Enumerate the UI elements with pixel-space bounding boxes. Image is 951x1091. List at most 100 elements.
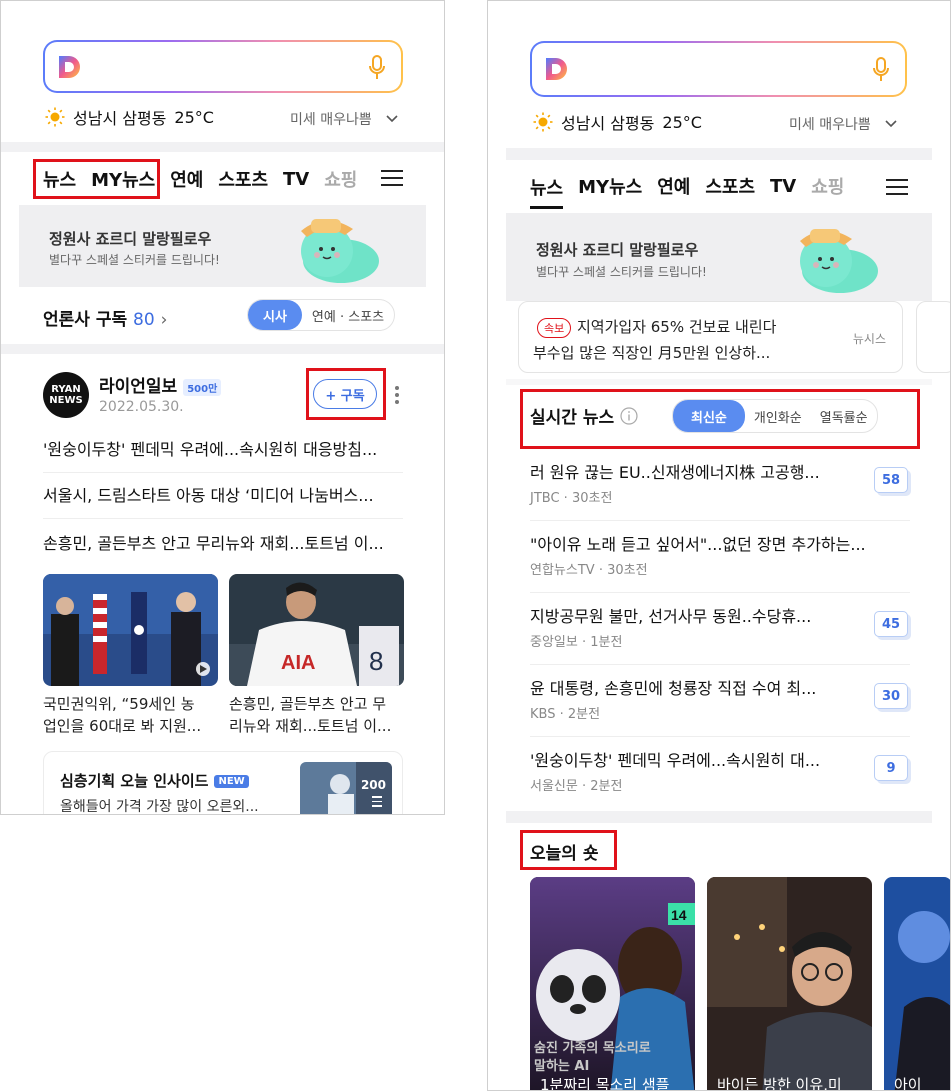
tab-news[interactable]: 뉴스 bbox=[530, 174, 564, 209]
comment-count-badge[interactable]: 58 bbox=[874, 467, 908, 493]
daum-logo-icon bbox=[546, 58, 567, 80]
tab-my-news[interactable]: MY뉴스 bbox=[578, 173, 642, 199]
air-quality-label: 미세 매우나쁨 bbox=[789, 117, 871, 133]
tab-sports[interactable]: 스포츠 bbox=[705, 173, 755, 199]
news-source: JTBC bbox=[530, 491, 560, 506]
tab-sports[interactable]: 스포츠 bbox=[218, 166, 268, 192]
svg-text:8: 8 bbox=[369, 646, 383, 676]
press-conference-image bbox=[43, 574, 218, 686]
news-meta: 서울신문 · 2분전 bbox=[530, 779, 623, 794]
promo-banner[interactable]: 정원사 죠르디 말랑필로우 별다꾸 스페셜 스티커를 드립니다! bbox=[19, 205, 426, 287]
shot-caption: 바이든 방한 이유,미 bbox=[717, 1076, 842, 1091]
promo-banner[interactable]: 정원사 죠르디 말랑필로우 별다꾸 스페셜 스티커를 드립니다! bbox=[506, 213, 932, 301]
weather-info[interactable]: 성남시 삼평동 25°C bbox=[45, 103, 214, 131]
weather-info[interactable]: 성남시 삼평동 25°C bbox=[533, 108, 702, 136]
search-input[interactable] bbox=[532, 43, 905, 95]
press-subscription-count: 80 bbox=[133, 310, 155, 330]
shot-overlay-line2: 말하는 AI bbox=[534, 1059, 590, 1074]
comment-count-badge[interactable]: 9 bbox=[874, 755, 908, 781]
tab-entertainment[interactable]: 연예 bbox=[657, 173, 690, 199]
banner-subtitle: 별다꾸 스페셜 스티커를 드립니다! bbox=[49, 253, 220, 267]
air-quality[interactable]: 미세 매우나쁨 bbox=[290, 109, 398, 129]
section-divider bbox=[506, 379, 932, 385]
sun-icon bbox=[45, 107, 65, 127]
soccer-player-image: AIA 8 bbox=[229, 574, 404, 686]
news-title: 지방공무원 불만, 선거사무 동원..수당휴... bbox=[530, 607, 812, 626]
comment-count-badge[interactable]: 30 bbox=[874, 683, 908, 709]
news-list-item[interactable]: 윤 대통령, 손흥민에 청룡장 직접 수여 최... KBS · 2분전 30 bbox=[530, 665, 910, 737]
section-divider bbox=[1, 142, 444, 152]
jordy-character-icon bbox=[800, 229, 878, 293]
headline-item[interactable]: 손흥민, 골든부츠 안고 무리뉴와 재회...토트넘 이... bbox=[43, 521, 403, 567]
comment-count-badge[interactable]: 45 bbox=[874, 611, 908, 637]
news-source: KBS bbox=[530, 707, 556, 722]
feature-title: 심층기획 오늘 인사이드 NEW bbox=[60, 770, 249, 791]
news-title: 러 원유 끊는 EU..신재생에너지株 고공행... bbox=[530, 463, 820, 482]
highlight-box-shorts bbox=[520, 830, 617, 870]
jordy-character-icon bbox=[301, 219, 379, 283]
menu-icon[interactable] bbox=[886, 179, 908, 197]
news-title: "아이유 노래 듣고 싶어서"...없던 장면 추가하는... bbox=[530, 535, 866, 554]
headline-item[interactable]: 서울시, 드림스타트 아동 대상 ‘미디어 나눔버스... bbox=[43, 473, 403, 519]
shot-tag-text: 14 bbox=[671, 907, 687, 923]
news-photo-soccer[interactable]: AIA 8 bbox=[229, 574, 404, 686]
press-name[interactable]: 라이언일보 500만 bbox=[99, 372, 222, 397]
feature-card[interactable]: 심층기획 오늘 인사이드 NEW 올해들어 가격 가장 많이 오른외... 200 bbox=[43, 751, 403, 814]
tab-entertainment[interactable]: 연예 bbox=[170, 166, 203, 192]
caption-line: 리뉴와 재회...토트넘 이... bbox=[229, 717, 392, 735]
breaking-tag: 속보 bbox=[537, 318, 572, 338]
weather-temperature: 25°C bbox=[174, 107, 214, 127]
ryan-news-logo[interactable]: RYAN NEWS bbox=[43, 372, 89, 418]
headline-item[interactable]: '원숭이두창' 펜데믹 우려에...속시원히 대응방침... bbox=[43, 427, 403, 473]
tab-shopping[interactable]: 쇼핑 bbox=[324, 166, 357, 192]
news-time: 2분전 bbox=[567, 707, 601, 722]
breaking-source: 뉴시스 bbox=[852, 332, 886, 346]
tab-tv[interactable]: TV bbox=[770, 176, 796, 197]
news-list-item[interactable]: "아이유 노래 듣고 싶어서"...없던 장면 추가하는... 연합뉴스TV ·… bbox=[530, 521, 910, 593]
shot-caption: 아이 bbox=[894, 1076, 922, 1091]
tab-shopping[interactable]: 쇼핑 bbox=[811, 173, 844, 199]
interview-thumbnail bbox=[707, 877, 872, 1090]
news-title: '원숭이두창' 펜데믹 우려에...속시원히 대... bbox=[530, 751, 821, 770]
logo-text-line2: NEWS bbox=[49, 395, 83, 406]
microphone-icon[interactable] bbox=[367, 54, 387, 82]
chevron-down-icon bbox=[885, 120, 897, 128]
microphone-icon[interactable] bbox=[871, 56, 891, 84]
press-date: 2022.05.30. bbox=[99, 399, 184, 415]
seg-entertainment-sports[interactable]: 연예 · 스포츠 bbox=[302, 306, 394, 325]
tab-tv[interactable]: TV bbox=[283, 169, 309, 190]
photo-caption[interactable]: 손흥민, 골든부츠 안고 무 리뉴와 재회...토트넘 이... bbox=[229, 693, 404, 737]
shot-caption: 1분짜리 목소리 샘플 bbox=[540, 1076, 670, 1091]
seg-current-affairs[interactable]: 시사 bbox=[248, 300, 302, 330]
chevron-right-icon: › bbox=[160, 310, 168, 330]
section-divider bbox=[506, 811, 932, 823]
news-list-item[interactable]: '원숭이두창' 펜데믹 우려에...속시원히 대... 서울신문 · 2분전 9 bbox=[530, 737, 910, 809]
news-list-item[interactable]: 지방공무원 불만, 선거사무 동원..수당휴... 중앙일보 · 1분전 45 bbox=[530, 593, 910, 665]
short-video-card[interactable]: 14 숨진 가족의 목소리로 말하는 AI 1분짜리 목소리 샘플 bbox=[530, 877, 695, 1091]
air-quality[interactable]: 미세 매우나쁨 bbox=[789, 114, 897, 134]
breaking-news-card[interactable]: 속보 지역가입자 65% 건보료 내린다 부수입 많은 직장인 月5만원 인상하… bbox=[518, 301, 903, 373]
short-video-card[interactable]: 바이든 방한 이유,미 bbox=[707, 877, 872, 1091]
menu-icon[interactable] bbox=[381, 170, 403, 188]
press-name-text: 라이언일보 bbox=[99, 377, 178, 397]
search-input[interactable] bbox=[45, 42, 401, 91]
press-category-toggle: 시사 연예 · 스포츠 bbox=[247, 299, 396, 331]
next-card-peek[interactable] bbox=[916, 301, 950, 373]
air-quality-label: 미세 매우나쁨 bbox=[290, 112, 372, 128]
short-video-card[interactable]: 아이 bbox=[884, 877, 950, 1091]
press-subscription-header[interactable]: 언론사 구독 80 › bbox=[43, 305, 167, 330]
feature-title-text: 심층기획 오늘 인사이드 bbox=[60, 772, 209, 790]
news-time: 1분전 bbox=[590, 635, 623, 650]
photo-caption[interactable]: 국민권익위, “59세인 농 업인을 60대로 봐 지원... bbox=[43, 693, 218, 737]
news-list-item[interactable]: 러 원유 끊는 EU..신재생에너지株 고공행... JTBC · 30초전 5… bbox=[530, 449, 910, 521]
news-meta: 중앙일보 · 1분전 bbox=[530, 635, 623, 650]
left-phone-screen: 성남시 삼평동 25°C 미세 매우나쁨 뉴스 MY뉴스 연예 스포츠 TV 쇼… bbox=[0, 0, 445, 815]
search-bar[interactable] bbox=[43, 40, 403, 93]
chevron-down-icon bbox=[386, 115, 398, 123]
news-time: 2분전 bbox=[590, 779, 623, 794]
more-options-icon[interactable] bbox=[395, 386, 399, 404]
news-photo-press-conference[interactable] bbox=[43, 574, 218, 686]
news-studio-thumbnail bbox=[884, 877, 950, 1090]
search-bar[interactable] bbox=[530, 41, 907, 97]
news-source: 서울신문 bbox=[530, 779, 578, 794]
